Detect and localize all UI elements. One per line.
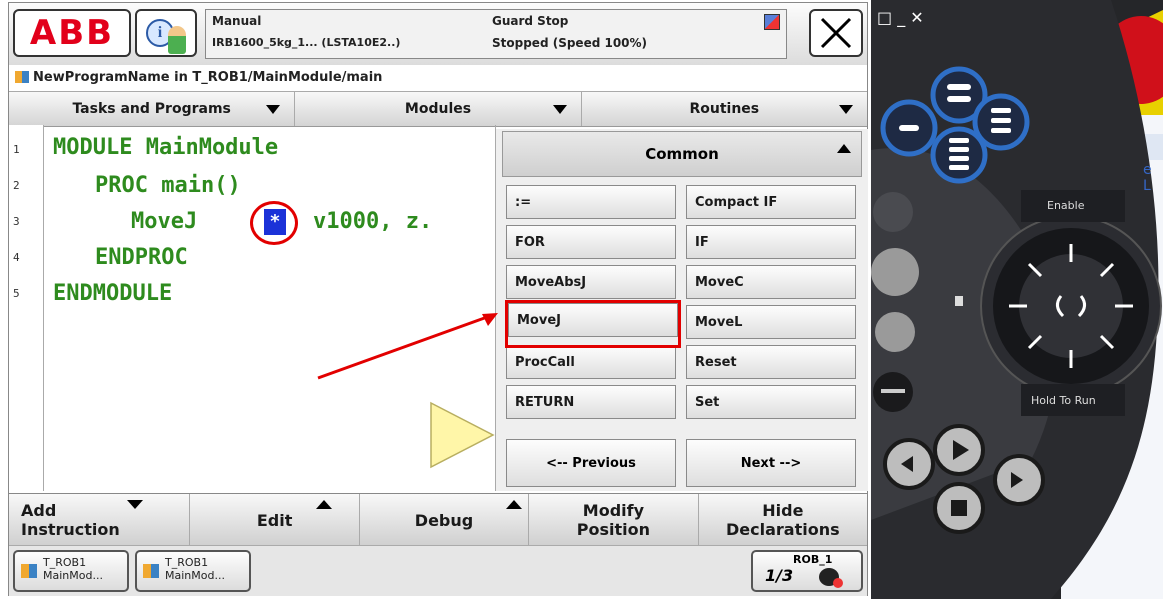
abb-logo: ABB	[29, 13, 115, 53]
chevron-up-icon	[316, 500, 333, 509]
instr-set-button[interactable]: Set	[686, 385, 856, 419]
modify-label-1: Modify	[582, 501, 645, 520]
pendant-hardware: □ _ ✕ e L Enable Hold To Run	[871, 0, 1163, 599]
program-icon	[15, 71, 29, 83]
chevron-up-icon	[837, 144, 851, 153]
hide-label-2: Declarations	[726, 520, 840, 539]
debug-label: Debug	[414, 510, 474, 530]
edit-label: Edit	[256, 510, 293, 530]
category-label: Common	[645, 145, 719, 163]
code-editor[interactable]: 1 2 3 4 5 MODULE MainModule PROC main() …	[9, 125, 496, 491]
top-bar: ABB i Manual IRB1600_5kg_1... (LSTA10E2.…	[9, 3, 867, 65]
instruction-picker: Common := Compact IF FOR IF MoveAbsJ Mov…	[495, 129, 868, 491]
debug-button[interactable]: Debug	[360, 494, 530, 546]
line-number: 2	[13, 179, 20, 192]
instr-moveabsj-button[interactable]: MoveAbsJ	[506, 265, 676, 299]
chevron-down-icon	[838, 105, 853, 114]
chevron-down-icon	[127, 500, 143, 509]
mode-text: Manual	[212, 14, 262, 28]
close-button[interactable]	[809, 9, 863, 57]
instr-assign-button[interactable]: :=	[506, 185, 676, 219]
taskbar: T_ROB1 MainMod... T_ROB1 MainMod... ROB_…	[9, 545, 867, 596]
line-gutter: 1 2 3 4 5	[9, 125, 44, 491]
instr-reset-button[interactable]: Reset	[686, 345, 856, 379]
tab-modules[interactable]: Modules	[295, 92, 582, 126]
tab-tasks-and-programs[interactable]: Tasks and Programs	[9, 92, 296, 126]
chevron-up-icon	[505, 500, 522, 509]
add-label-1: Add	[21, 501, 57, 520]
state-text: Stopped (Speed 100%)	[492, 36, 648, 50]
program-icon	[21, 564, 37, 578]
mechanical-unit-label: ROB_1	[793, 553, 833, 566]
hold-to-run-label: Hold To Run	[1031, 394, 1096, 407]
operator-icon	[168, 26, 186, 54]
robot-text: IRB1600_5kg_1... (LSTA10E2..)	[212, 36, 401, 49]
quickset-button[interactable]: ROB_1 1/3	[751, 550, 863, 592]
abb-menu-button[interactable]: ABB	[13, 9, 131, 57]
cursor-arrow-icon	[430, 401, 495, 469]
task-label: T_ROB1	[165, 556, 209, 569]
guard-text: Guard Stop	[492, 14, 569, 28]
taskbar-item-program-2[interactable]: T_ROB1 MainMod...	[135, 550, 251, 592]
instr-if-button[interactable]: IF	[686, 225, 856, 259]
taskbar-item-program-1[interactable]: T_ROB1 MainMod...	[13, 550, 129, 592]
hide-label-1: Hide	[762, 501, 804, 520]
modify-position-button[interactable]: Modify Position	[529, 494, 699, 546]
close-icon	[820, 17, 852, 49]
status-panel[interactable]: Manual IRB1600_5kg_1... (LSTA10E2..) Gua…	[205, 9, 787, 59]
modify-label-2: Position	[576, 520, 651, 539]
program-tabs: Tasks and Programs Modules Routines	[9, 91, 867, 127]
instr-return-button[interactable]: RETURN	[506, 385, 676, 419]
bottom-menu-bar: Add Instruction Edit Debug Modify Position…	[9, 493, 867, 546]
code-line[interactable]: ENDPROC	[95, 245, 188, 270]
increment-icon: 1/3	[765, 566, 794, 585]
code-line[interactable]: PROC main()	[95, 173, 241, 198]
programmable-keys	[871, 66, 1162, 534]
add-instruction-button[interactable]: Add Instruction	[9, 494, 191, 546]
program-icon	[143, 564, 159, 578]
edit-button[interactable]: Edit	[190, 494, 360, 546]
tab-label: Routines	[689, 101, 760, 117]
chevron-down-icon	[266, 105, 281, 114]
movej-highlight-box	[505, 300, 681, 348]
instr-compact-if-button[interactable]: Compact IF	[686, 185, 856, 219]
line-number: 3	[13, 215, 20, 228]
placeholder-highlight-circle	[250, 201, 298, 245]
previous-button[interactable]: <-- Previous	[506, 439, 676, 487]
breadcrumb-text: NewProgramName in T_ROB1/MainModule/main	[33, 69, 383, 85]
operator-window-button[interactable]: i	[135, 9, 197, 57]
code-line[interactable]: v1000, z.	[313, 209, 432, 234]
tab-routines[interactable]: Routines	[582, 92, 867, 126]
chevron-down-icon	[552, 105, 567, 114]
instr-movel-button[interactable]: MoveL	[686, 305, 856, 339]
instr-movec-button[interactable]: MoveC	[686, 265, 856, 299]
enable-label: Enable	[1047, 199, 1085, 212]
task-label: T_ROB1	[43, 556, 87, 569]
line-number: 4	[13, 251, 20, 264]
tab-label: Modules	[404, 101, 472, 117]
code-line[interactable]: ENDMODULE	[53, 281, 172, 306]
line-number: 1	[13, 143, 20, 156]
code-line[interactable]: MoveJ	[131, 209, 197, 234]
instr-proccall-button[interactable]: ProcCall	[506, 345, 676, 379]
next-button[interactable]: Next -->	[686, 439, 856, 487]
breadcrumb: NewProgramName in T_ROB1/MainModule/main	[9, 65, 867, 89]
code-line[interactable]: MODULE MainModule	[53, 135, 278, 160]
hide-declarations-button[interactable]: Hide Declarations	[699, 494, 867, 546]
tab-label: Tasks and Programs	[72, 101, 231, 117]
stop-badge-icon	[833, 578, 843, 588]
task-label: MainMod...	[165, 569, 225, 582]
add-label-2: Instruction	[21, 520, 120, 539]
event-log-icon	[764, 14, 780, 30]
instruction-category-button[interactable]: Common	[502, 131, 862, 177]
instr-for-button[interactable]: FOR	[506, 225, 676, 259]
flexpendant-screen: ABB i Manual IRB1600_5kg_1... (LSTA10E2.…	[8, 2, 868, 596]
line-number: 5	[13, 287, 20, 300]
task-label: MainMod...	[43, 569, 103, 582]
